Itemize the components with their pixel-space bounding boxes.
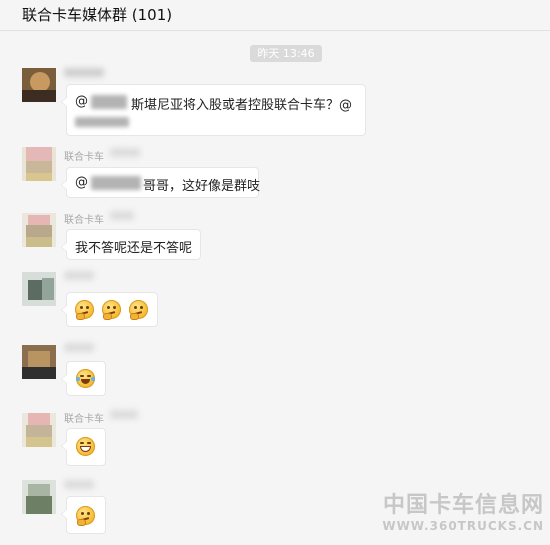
watermark: 中国卡车信息网 WWW.360TRUCKS.CN (382, 487, 544, 533)
sender-name-redacted (64, 68, 104, 77)
message-text-redacted (75, 117, 129, 127)
sender-name: 联合卡车 (64, 215, 104, 226)
mention-redacted (91, 95, 127, 109)
mention-symbol: @ (75, 175, 88, 190)
message-timestamp: 昨天 13:46 (250, 45, 322, 62)
watermark-title: 中国卡车信息网 (382, 493, 544, 518)
sender-name-redacted (110, 148, 140, 157)
chat-title: 联合卡车媒体群 (101) (22, 6, 173, 24)
sender-name-redacted (110, 410, 138, 419)
message-bubble[interactable] (61, 292, 158, 327)
watermark-url: WWW.360TRUCKS.CN (382, 519, 544, 533)
sender-name: 联合卡车 (64, 152, 104, 163)
avatar[interactable] (22, 213, 56, 247)
sender-name-redacted (110, 211, 134, 220)
sender-name-redacted (64, 343, 94, 352)
mention-symbol: @ (75, 94, 88, 109)
thinking-emoji (102, 300, 121, 320)
avatar[interactable] (22, 413, 56, 447)
message-bubble[interactable] (61, 496, 106, 534)
grinning-emoji (76, 437, 95, 456)
sender-name: 联合卡车 (64, 414, 104, 425)
mention-redacted (91, 176, 141, 190)
avatar[interactable] (22, 345, 56, 379)
message-bubble[interactable]: 我不答呢还是不答呢 (61, 229, 201, 260)
sender-name-redacted (64, 480, 94, 489)
message-bubble[interactable]: @ 哥哥，这好像是群吱 (61, 167, 261, 198)
avatar[interactable] (22, 147, 56, 181)
thinking-emoji (129, 300, 148, 320)
avatar[interactable] (22, 68, 56, 102)
message-bubble[interactable] (61, 361, 106, 396)
message-bubble[interactable]: @ 斯堪尼亚将入股或者控股联合卡车？@ (61, 84, 366, 136)
thinking-emoji (76, 506, 95, 526)
thinking-emoji (75, 300, 94, 320)
message-bubble[interactable] (61, 428, 106, 466)
avatar[interactable] (22, 480, 56, 514)
chat-header: 联合卡车媒体群 (101) (0, 0, 550, 31)
message-text: 我不答呢还是不答呢 (75, 241, 193, 256)
laughing-crying-emoji (76, 369, 95, 388)
message-text: 哥哥，这好像是群吱 (143, 179, 261, 194)
avatar[interactable] (22, 272, 56, 306)
message-text: 斯堪尼亚将入股或者控股联合卡车？@ (131, 98, 353, 113)
sender-name-redacted (64, 271, 94, 280)
